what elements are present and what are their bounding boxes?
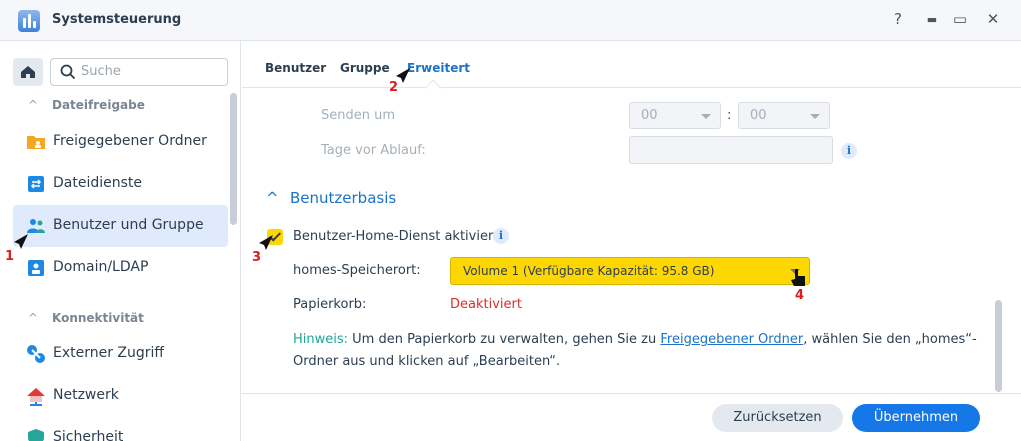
close-icon[interactable]: ✕: [983, 10, 1003, 28]
title-bar: Systemsteuerung ? ▬ ▭ ✕: [0, 0, 1021, 41]
search-icon: [60, 64, 76, 80]
sidebar-item-label: Domain/LDAP: [53, 259, 149, 275]
search-input[interactable]: [81, 64, 221, 79]
tab-erweitert[interactable]: Erweitert: [407, 61, 470, 75]
annotation-3: 3: [252, 250, 262, 265]
maximize-icon[interactable]: ▭: [950, 10, 970, 28]
shared-folder-link[interactable]: Freigegebener Ordner: [660, 332, 803, 347]
sidebar-item-label: Netzwerk: [53, 387, 119, 403]
folder-icon: [27, 136, 45, 149]
chevron-down-icon: [810, 114, 820, 119]
annotation-2: 2: [389, 80, 399, 95]
home-button[interactable]: [13, 58, 43, 86]
file-services-icon: [28, 176, 44, 192]
window-title: Systemsteuerung: [52, 12, 182, 27]
sidebar-item-security[interactable]: Sicherheit: [13, 417, 228, 441]
home-icon: [21, 66, 35, 78]
content-scrollbar[interactable]: [995, 300, 1002, 392]
sidebar-item-network[interactable]: Netzwerk: [13, 375, 228, 417]
network-icon: [27, 388, 45, 406]
info-icon[interactable]: i: [493, 228, 509, 244]
send-at-label: Senden um: [321, 108, 396, 123]
help-icon[interactable]: ?: [888, 10, 908, 28]
sidebar: ^Dateifreigabe Freigegebener Ordner Date…: [0, 41, 241, 441]
hint-key: Hinweis:: [293, 332, 349, 347]
sidebar-item-label: Dateidienste: [53, 175, 143, 191]
info-icon[interactable]: i: [841, 143, 857, 159]
reset-button[interactable]: Zurücksetzen: [712, 404, 843, 432]
settings-content: Senden um 00 : 00 Tage vor Ablauf: i ^ Be…: [242, 88, 1021, 393]
sidebar-scrollbar[interactable]: [230, 93, 237, 225]
chevron-down-icon: [701, 114, 711, 119]
annotation-4: 4: [795, 288, 805, 303]
sidebar-item-shared-folder[interactable]: Freigegebener Ordner: [13, 121, 228, 163]
annotation-1: 1: [5, 249, 15, 264]
search-box[interactable]: [50, 58, 228, 86]
group-benutzerbasis[interactable]: ^ Benutzerbasis: [266, 189, 396, 207]
hand-cursor-icon: [791, 269, 805, 286]
domain-icon: [28, 260, 44, 276]
control-panel-icon: [18, 10, 40, 32]
hint-text: Hinweis: Um den Papierkorb zu verwalten,…: [293, 332, 977, 369]
sidebar-item-label: Freigegebener Ordner: [53, 133, 207, 149]
shield-icon: [28, 429, 44, 441]
recycle-bin-label: Papierkorb:: [293, 297, 367, 312]
chevron-up-icon: ^: [266, 189, 279, 207]
sidebar-item-label: Sicherheit: [53, 429, 124, 441]
sidebar-item-domain-ldap[interactable]: Domain/LDAP: [13, 247, 228, 289]
sidebar-item-users-groups[interactable]: Benutzer und Gruppe: [13, 205, 228, 247]
sidebar-item-label: Benutzer und Gruppe: [53, 217, 204, 233]
footer-bar: Zurücksetzen Übernehmen: [242, 393, 1021, 441]
tab-benutzer[interactable]: Benutzer: [265, 61, 326, 75]
recycle-bin-status: Deaktiviert: [450, 297, 522, 312]
chevron-up-icon: ^: [28, 98, 39, 112]
minute-select[interactable]: 00: [738, 102, 830, 129]
chevron-up-icon: ^: [28, 311, 39, 325]
apply-button[interactable]: Übernehmen: [852, 404, 980, 432]
homes-location-select[interactable]: Volume 1 (Verfügbare Kapazität: 95.8 GB): [450, 257, 810, 285]
home-service-label: Benutzer-Home-Dienst aktivieren: [293, 229, 510, 244]
minimize-icon[interactable]: ▬: [922, 13, 942, 26]
homes-location-label: homes-Speicherort:: [293, 263, 421, 278]
tab-bar: Benutzer Gruppe Erweitert: [242, 41, 1021, 97]
hour-select[interactable]: 00: [629, 102, 721, 129]
section-konnektivitaet[interactable]: ^ Konnektivität: [28, 311, 144, 325]
section-dateifreigabe[interactable]: ^ Dateifreigabe: [28, 98, 145, 112]
days-before-input[interactable]: [629, 136, 833, 164]
tab-gruppe[interactable]: Gruppe: [340, 61, 390, 75]
sidebar-item-file-services[interactable]: Dateidienste: [13, 163, 228, 205]
sidebar-item-label: Externer Zugriff: [53, 345, 165, 361]
time-separator: :: [727, 108, 732, 123]
external-access-icon: [27, 345, 45, 363]
days-before-label: Tage vor Ablauf:: [321, 143, 426, 158]
sidebar-item-external-access[interactable]: Externer Zugriff: [13, 333, 228, 375]
